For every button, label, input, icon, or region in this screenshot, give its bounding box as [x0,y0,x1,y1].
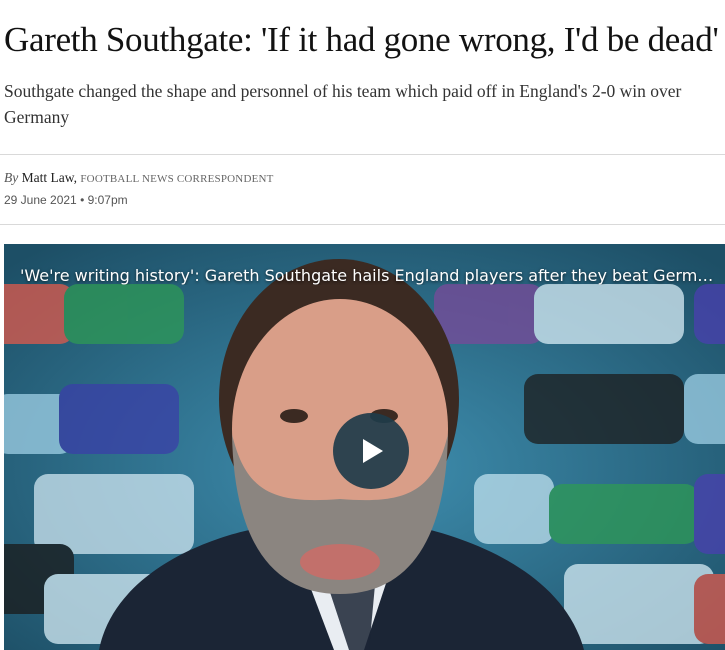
publish-date: 29 June 2021 • 9:07pm [4,193,128,207]
byline-prefix: By [4,170,19,185]
standfirst: Southgate changed the shape and personne… [4,81,682,127]
divider-bottom [0,224,725,225]
video-title: 'We're writing history': Gareth Southgat… [20,266,720,285]
author-link[interactable]: Matt Law, [22,170,77,185]
author-role: FOOTBALL NEWS CORRESPONDENT [80,173,274,185]
play-button[interactable] [333,413,409,489]
divider-top [0,154,725,155]
byline: By Matt Law, FOOTBALL NEWS CORRESPONDENT [4,170,274,186]
play-icon [363,439,383,463]
video-player[interactable]: 'We're writing history': Gareth Southgat… [4,244,725,650]
headline: Gareth Southgate: 'If it had gone wrong,… [4,20,719,59]
